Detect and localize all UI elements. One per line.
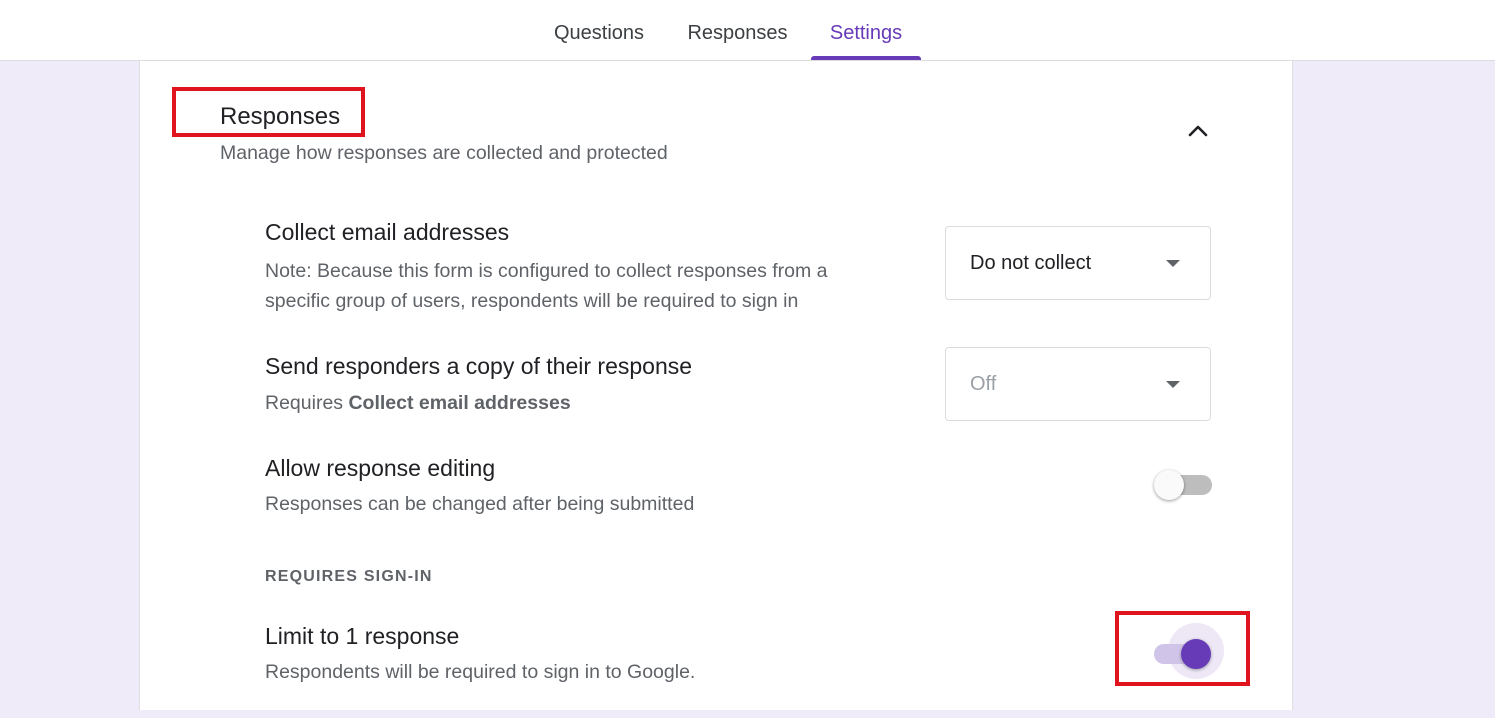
allow-editing-toggle[interactable]	[1152, 470, 1214, 506]
limit-one-title: Limit to 1 response	[265, 623, 460, 649]
collect-email-value: Do not collect	[970, 252, 1092, 274]
allow-editing-desc: Responses can be changed after being sub…	[265, 493, 695, 515]
send-copy-title: Send responders a copy of their response	[265, 353, 693, 379]
tab-responses[interactable]: Responses	[675, 0, 800, 60]
send-copy-value: Off	[970, 373, 997, 395]
send-copy-desc: Requires Collect email addresses	[265, 392, 571, 414]
section-subtitle: Manage how responses are collected and p…	[220, 142, 668, 164]
dropdown-arrow-icon	[1166, 381, 1180, 388]
collect-email-title: Collect email addresses	[265, 219, 510, 245]
collect-email-note-line2: specific group of users, respondents wil…	[265, 290, 799, 312]
active-tab-indicator	[811, 56, 921, 60]
allow-editing-title: Allow response editing	[265, 455, 496, 481]
collect-email-select[interactable]: Do not collect	[945, 226, 1211, 300]
limit-one-desc: Respondents will be required to sign in …	[265, 661, 696, 683]
requires-sign-in-label: REQUIRES SIGN-IN	[265, 568, 433, 585]
top-tab-bar: Questions Responses Settings	[0, 0, 1495, 61]
send-copy-desc-bold: Collect email addresses	[348, 392, 571, 414]
chevron-up-icon[interactable]	[1188, 123, 1208, 142]
highlight-box-section-title	[172, 87, 365, 137]
collect-email-note-line1: Note: Because this form is configured to…	[265, 260, 828, 282]
tab-settings[interactable]: Settings	[815, 0, 917, 60]
highlight-box-limit-toggle	[1115, 611, 1250, 686]
tab-questions[interactable]: Questions	[540, 0, 658, 60]
toggle-thumb	[1154, 470, 1184, 500]
send-copy-select[interactable]: Off	[945, 347, 1211, 421]
dropdown-arrow-icon	[1166, 260, 1180, 267]
